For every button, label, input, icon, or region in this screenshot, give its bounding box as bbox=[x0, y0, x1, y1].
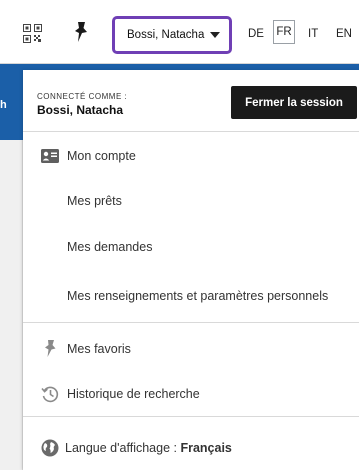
menu-item-label: Mon compte bbox=[67, 149, 136, 163]
caret-down-icon bbox=[210, 32, 221, 38]
top-bar: Bossi, Natacha DE FR IT EN bbox=[0, 0, 359, 64]
header-background: h bbox=[0, 70, 23, 140]
divider bbox=[23, 131, 359, 132]
menu-item-favorites[interactable]: Mes favoris bbox=[23, 331, 359, 367]
user-menu-button[interactable]: Bossi, Natacha bbox=[112, 16, 232, 54]
connected-as: CONNECTÉ COMME : Bossi, Natacha bbox=[37, 92, 127, 117]
language-en[interactable]: EN bbox=[336, 28, 352, 40]
menu-item-my-requests[interactable]: Mes demandes bbox=[23, 229, 359, 265]
display-language-value: Français bbox=[180, 441, 232, 455]
qr-code-icon[interactable] bbox=[23, 24, 42, 43]
history-icon bbox=[41, 386, 59, 403]
globe-icon bbox=[41, 439, 59, 457]
display-language: Langue d'affichage : Français bbox=[65, 441, 232, 455]
language-fr[interactable]: FR bbox=[273, 20, 295, 44]
user-name: Bossi, Natacha bbox=[127, 29, 205, 41]
menu-item-my-loans[interactable]: Mes prêts bbox=[23, 183, 359, 219]
connected-user: Bossi, Natacha bbox=[37, 103, 124, 117]
pin-icon[interactable] bbox=[72, 21, 90, 45]
menu-item-label: Mes renseignements et paramètres personn… bbox=[67, 289, 329, 303]
pin-icon bbox=[45, 340, 56, 357]
menu-item-label: Mes favoris bbox=[67, 342, 131, 356]
account-dropdown: CONNECTÉ COMME : Bossi, Natacha Fermer l… bbox=[23, 70, 359, 470]
menu-item-display-language[interactable]: Langue d'affichage : Français bbox=[23, 430, 359, 466]
language-it[interactable]: IT bbox=[308, 28, 318, 40]
divider bbox=[23, 322, 359, 323]
menu-item-label: Historique de recherche bbox=[67, 387, 200, 401]
language-de[interactable]: DE bbox=[248, 28, 264, 40]
menu-item-my-account[interactable]: Mon compte bbox=[23, 138, 359, 174]
background-text: h bbox=[0, 99, 7, 111]
logout-button[interactable]: Fermer la session bbox=[231, 86, 357, 119]
divider bbox=[23, 416, 359, 417]
menu-item-label: Mes demandes bbox=[67, 240, 153, 254]
page-background bbox=[0, 140, 23, 470]
menu-item-search-history[interactable]: Historique de recherche bbox=[23, 376, 359, 412]
menu-item-label: Mes prêts bbox=[67, 194, 122, 208]
menu-item-personal-settings[interactable]: Mes renseignements et paramètres personn… bbox=[23, 278, 359, 314]
display-language-label: Langue d'affichage : bbox=[65, 441, 181, 455]
connected-label: CONNECTÉ COMME : bbox=[37, 92, 128, 101]
id-card-icon bbox=[41, 149, 59, 163]
